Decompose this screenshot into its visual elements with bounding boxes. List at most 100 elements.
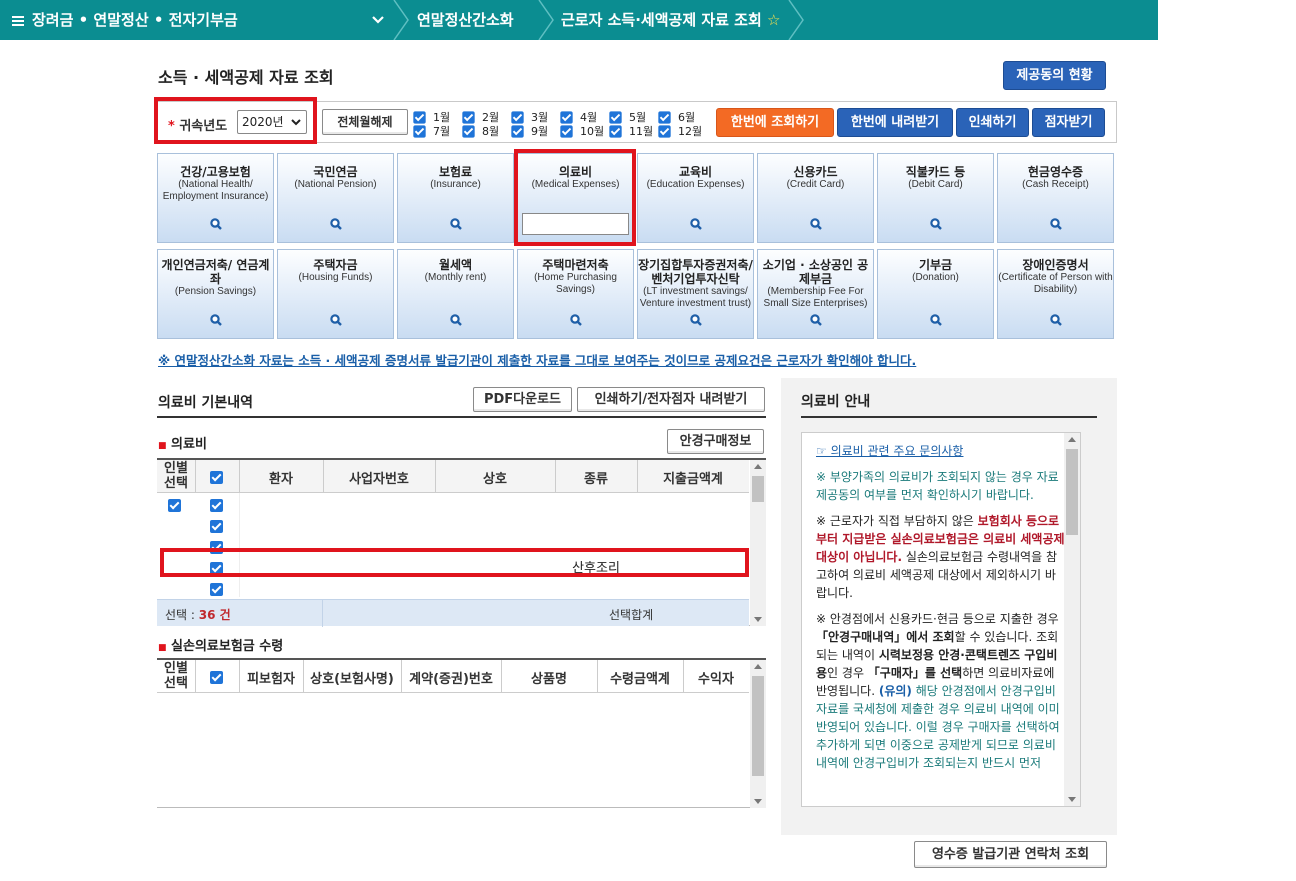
menu-icon[interactable]	[12, 15, 24, 26]
col-insured: 피보험자	[247, 672, 295, 687]
select-all-checkbox[interactable]	[210, 470, 223, 484]
month-checkbox[interactable]: 10월	[560, 123, 604, 139]
month-checkbox[interactable]: 8월	[462, 123, 499, 139]
tile-donation[interactable]: 기부금 (Donation)	[877, 249, 994, 339]
row-checkbox[interactable]	[210, 519, 223, 533]
search-icon[interactable]	[209, 314, 222, 326]
braille-download-button[interactable]: 점자받기	[1032, 108, 1105, 137]
month-checkbox[interactable]: 7월	[413, 123, 450, 139]
scroll-down-icon[interactable]	[1068, 797, 1076, 802]
search-icon[interactable]	[929, 314, 942, 326]
scroll-down-icon[interactable]	[754, 799, 762, 804]
download-all-button[interactable]: 한번에 내려받기	[837, 108, 953, 137]
scroll-up-icon[interactable]	[754, 464, 762, 469]
insurance-table: 인별 선택 피보험자 상호(보험사명) 계약(증권)번호 상품명 수령금액계 수…	[157, 658, 766, 808]
scroll-up-icon[interactable]	[1068, 437, 1076, 442]
favorite-star-icon[interactable]: ☆	[767, 11, 780, 29]
nav-section[interactable]: 장려금 • 연말정산 • 전자기부금	[12, 0, 238, 40]
guide-scrollbar[interactable]	[1064, 433, 1080, 806]
tile-label: 현금영수증	[1027, 165, 1084, 179]
pdf-download-button[interactable]: PDF다운로드	[473, 387, 572, 412]
scroll-thumb[interactable]	[1066, 449, 1078, 535]
tile-home-purchase-savings[interactable]: 주택마련저축 (Home Purchasing Savings)	[517, 249, 634, 339]
tile-label: 직불카드 등	[905, 165, 966, 179]
scroll-up-icon[interactable]	[754, 664, 762, 669]
checkbox-icon	[560, 125, 573, 138]
month-checkbox[interactable]: 11월	[609, 123, 653, 139]
checkbox-icon	[609, 125, 622, 138]
month-checkbox[interactable]: 12월	[658, 123, 702, 139]
medical-section-title: 의료비 기본내역	[158, 395, 254, 411]
search-icon[interactable]	[809, 314, 822, 326]
tile-health-employment[interactable]: 건강/고용보험 (National Health/ Employment Insu…	[157, 153, 274, 243]
tile-english-label: (National Health/ Employment Insurance)	[162, 179, 269, 202]
nav-section-label: 장려금 • 연말정산 • 전자기부금	[32, 11, 238, 29]
insurance-subtitle: ■ 실손의료보험금 수령	[158, 639, 284, 654]
col-person-select: 인별 선택	[164, 461, 188, 491]
month-checkbox[interactable]: 9월	[511, 123, 548, 139]
tile-education[interactable]: 교육비 (Education Expenses)	[637, 153, 754, 243]
checkbox-icon	[210, 671, 223, 684]
search-icon[interactable]	[569, 314, 582, 326]
guide-faq-link[interactable]: ☞ 의료비 관련 주요 문의사항	[816, 444, 963, 458]
print-braille-button[interactable]: 인쇄하기/전자점자 내려받기	[577, 387, 765, 412]
search-icon[interactable]	[449, 218, 462, 230]
search-icon[interactable]	[689, 314, 702, 326]
insurance-table-scrollbar[interactable]	[750, 660, 766, 808]
tile-cash-receipt[interactable]: 현금영수증 (Cash Receipt)	[997, 153, 1114, 243]
print-button[interactable]: 인쇄하기	[956, 108, 1029, 137]
search-icon[interactable]	[1049, 314, 1062, 326]
scroll-thumb[interactable]	[752, 476, 764, 502]
toggle-all-months-button[interactable]: 전체월해제	[322, 109, 408, 135]
tile-monthly-rent[interactable]: 월세액 (Monthly rent)	[397, 249, 514, 339]
checkbox-icon	[658, 111, 671, 124]
tile-credit-card[interactable]: 신용카드 (Credit Card)	[757, 153, 874, 243]
search-icon[interactable]	[449, 314, 462, 326]
guide-p3-emphasis: 「안경구매내역」에서 조회	[816, 630, 955, 644]
breadcrumb-separator-icon	[393, 0, 409, 40]
tile-label: 교육비	[678, 165, 713, 179]
row-checkbox[interactable]	[210, 582, 223, 596]
tile-label: 장애인증명서	[1022, 258, 1089, 272]
row-person-checkbox[interactable]	[168, 498, 181, 512]
select-count: 선택 : 36 건	[165, 606, 231, 623]
tile-label: 주택마련저축	[542, 258, 609, 272]
col-beneficiary: 수익자	[698, 672, 734, 687]
notice-link[interactable]: ※ 연말정산간소화 자료는 소득 · 세액공제 증명서류 발급기관이 제출한 자…	[158, 350, 916, 369]
query-all-button[interactable]: 한번에 조회하기	[716, 108, 834, 137]
checkbox-icon	[560, 111, 573, 124]
search-icon[interactable]	[329, 314, 342, 326]
receipt-issuer-contact-button[interactable]: 영수증 발급기관 연락처 조회	[914, 841, 1107, 868]
search-icon[interactable]	[329, 218, 342, 230]
tile-pension-savings[interactable]: 개인연금저축/ 연금계좌 (Pension Savings)	[157, 249, 274, 339]
tile-disability-certificate[interactable]: 장애인증명서 (Certificate of Person with Disabi…	[997, 249, 1114, 339]
tile-debit-card[interactable]: 직불카드 등 (Debit Card)	[877, 153, 994, 243]
medical-table-scrollbar[interactable]	[750, 460, 766, 626]
search-icon[interactable]	[209, 218, 222, 230]
glasses-purchase-info-button[interactable]: 안경구매정보	[667, 429, 764, 454]
tile-small-business-fund[interactable]: 소기업 · 소상공인 공제부금 (Membership Fee For Small…	[757, 249, 874, 339]
search-icon[interactable]	[1049, 218, 1062, 230]
tile-label: 신용카드	[793, 165, 838, 179]
search-icon[interactable]	[929, 218, 942, 230]
search-icon[interactable]	[809, 218, 822, 230]
tile-national-pension[interactable]: 국민연금 (National Pension)	[277, 153, 394, 243]
tile-label: 소기업 · 소상공인 공제부금	[762, 258, 869, 286]
row-checkbox[interactable]	[210, 498, 223, 512]
guide-p3-caution: (유의)	[878, 684, 912, 698]
breadcrumb-item-simplified[interactable]: 연말정산간소화	[417, 0, 514, 40]
tile-label: 국민연금	[313, 165, 358, 179]
tile-housing-funds[interactable]: 주택자금 (Housing Funds)	[277, 249, 394, 339]
scroll-down-icon[interactable]	[754, 617, 762, 622]
tile-lt-investment[interactable]: 장기집합투자증권저축/ 벤처기업투자신탁 (LT investment savin…	[637, 249, 754, 339]
tile-english-label: (National Pension)	[294, 179, 377, 190]
provider-status-button[interactable]: 제공동의 현황	[1003, 61, 1106, 90]
search-icon[interactable]	[689, 218, 702, 230]
select-all-checkbox[interactable]	[210, 670, 223, 684]
medical-table: 인별 선택 환자 사업자번호 상호 종류 지출금액계 산후조리 선택 : 36 …	[157, 458, 766, 627]
tile-english-label: (LT investment savings/ Venture investme…	[639, 286, 752, 309]
insurance-table-header: 인별 선택 피보험자 상호(보험사명) 계약(증권)번호 상품명 수령금액계 수…	[157, 660, 749, 693]
tile-insurance[interactable]: 보험료 (Insurance)	[397, 153, 514, 243]
scroll-thumb[interactable]	[752, 676, 764, 776]
chevron-down-icon[interactable]	[372, 15, 384, 25]
